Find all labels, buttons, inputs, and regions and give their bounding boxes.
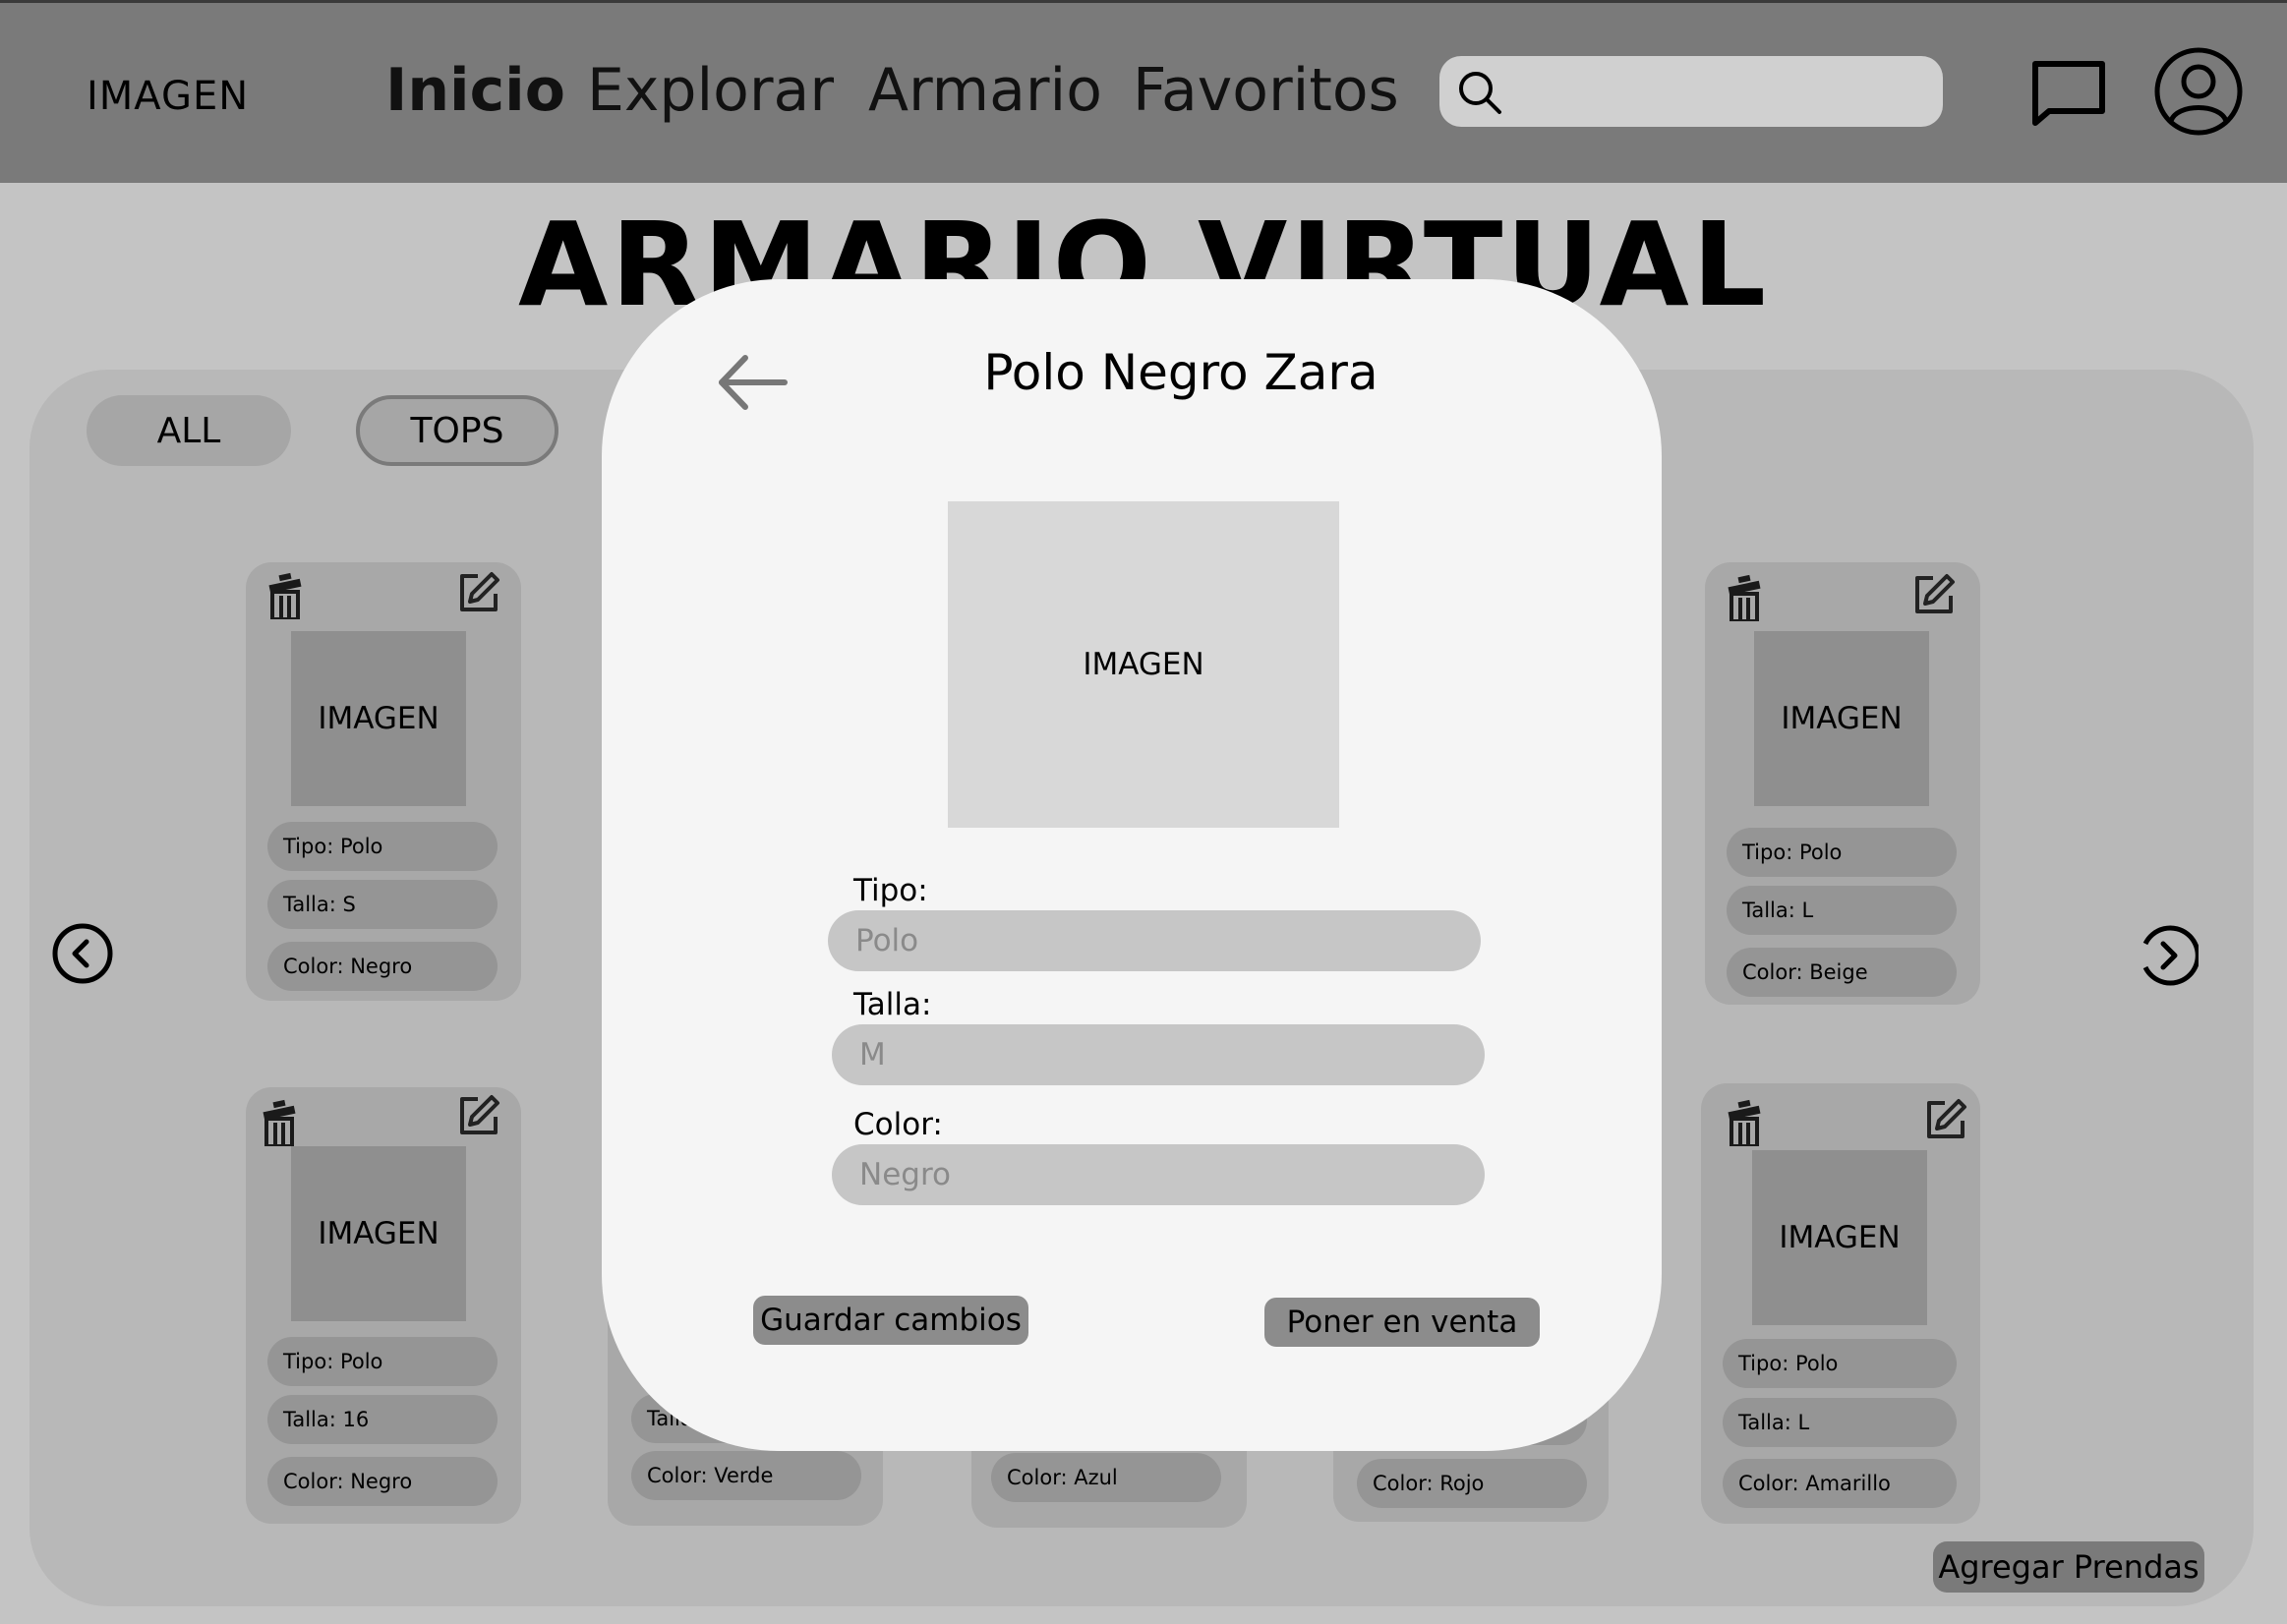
clothing-image: IMAGEN	[291, 631, 466, 806]
top-navbar: IMAGEN Inicio Explorar Armario Favoritos	[0, 0, 2287, 183]
edit-icon[interactable]	[1923, 1097, 1968, 1142]
prev-arrow-icon[interactable]	[51, 922, 114, 985]
clothing-card[interactable]: IMAGEN Tipo: Polo Talla: L Color: Beige	[1705, 562, 1980, 1005]
trash-icon[interactable]	[1725, 570, 1764, 621]
user-profile-icon[interactable]	[2153, 46, 2244, 137]
talla-value: M	[859, 1037, 886, 1073]
trash-icon[interactable]	[1725, 1095, 1764, 1146]
save-changes-button[interactable]: Guardar cambios	[753, 1296, 1028, 1345]
clothing-image: IMAGEN	[1752, 1150, 1927, 1325]
filter-tops-button[interactable]: TOPS	[356, 395, 558, 466]
clothing-card[interactable]: IMAGEN Tipo: Polo Talla: S Color: Negro	[246, 562, 521, 1001]
card-color: Color: Rojo	[1357, 1459, 1587, 1508]
tipo-value: Polo	[855, 923, 919, 958]
item-image: IMAGEN	[948, 501, 1339, 828]
tipo-label: Tipo:	[853, 873, 928, 908]
card-talla: Talla: S	[267, 880, 498, 929]
color-input[interactable]: Negro	[832, 1144, 1485, 1205]
clothing-card[interactable]: IMAGEN Tipo: Polo Talla: 16 Color: Negro	[246, 1087, 521, 1524]
edit-icon[interactable]	[1911, 572, 1957, 617]
card-talla: Talla: L	[1727, 886, 1957, 935]
clothing-image: IMAGEN	[1754, 631, 1929, 806]
color-label: Color:	[853, 1107, 943, 1142]
trash-icon[interactable]	[260, 1095, 299, 1146]
trash-icon[interactable]	[265, 568, 305, 619]
card-talla: Talla: L	[1723, 1398, 1957, 1447]
nav-favoritos[interactable]: Favoritos	[1133, 56, 1399, 125]
card-tipo: Tipo: Polo	[267, 822, 498, 871]
card-color: Color: Beige	[1727, 948, 1957, 997]
color-value: Negro	[859, 1157, 951, 1192]
sell-button[interactable]: Poner en venta	[1264, 1298, 1540, 1347]
nav-armario[interactable]: Armario	[868, 56, 1102, 125]
card-color: Color: Verde	[631, 1451, 861, 1500]
talla-input[interactable]: M	[832, 1024, 1485, 1085]
filter-all-button[interactable]: ALL	[87, 395, 291, 466]
search-icon[interactable]	[1455, 68, 1504, 117]
clothing-image: IMAGEN	[291, 1146, 466, 1321]
nav-explorar[interactable]: Explorar	[587, 56, 834, 125]
card-color: Color: Negro	[267, 942, 498, 991]
clothing-card[interactable]: IMAGEN Tipo: Polo Talla: L Color: Amaril…	[1701, 1083, 1980, 1524]
logo[interactable]: IMAGEN	[87, 74, 249, 119]
chat-icon[interactable]	[2029, 58, 2108, 127]
modal-title: Polo Negro Zara	[983, 344, 1378, 401]
add-clothes-button[interactable]: Agregar Prendas	[1933, 1541, 2204, 1593]
card-tipo: Tipo: Polo	[1723, 1339, 1957, 1388]
card-color: Color: Azul	[991, 1453, 1221, 1502]
search-input[interactable]	[1439, 56, 1943, 127]
tipo-input[interactable]: Polo	[828, 910, 1481, 971]
edit-icon[interactable]	[456, 570, 501, 615]
edit-icon[interactable]	[456, 1093, 501, 1138]
card-tipo: Tipo: Polo	[1727, 828, 1957, 877]
next-arrow-icon[interactable]	[2136, 924, 2199, 987]
nav-inicio[interactable]: Inicio	[385, 56, 565, 125]
card-tipo: Tipo: Polo	[267, 1337, 498, 1386]
talla-label: Talla:	[853, 987, 932, 1022]
card-color: Color: Amarillo	[1723, 1459, 1957, 1508]
card-talla: Talla: 16	[267, 1395, 498, 1444]
card-color: Color: Negro	[267, 1457, 498, 1506]
edit-item-modal: Polo Negro Zara IMAGEN Tipo: Polo Talla:…	[602, 279, 1662, 1451]
